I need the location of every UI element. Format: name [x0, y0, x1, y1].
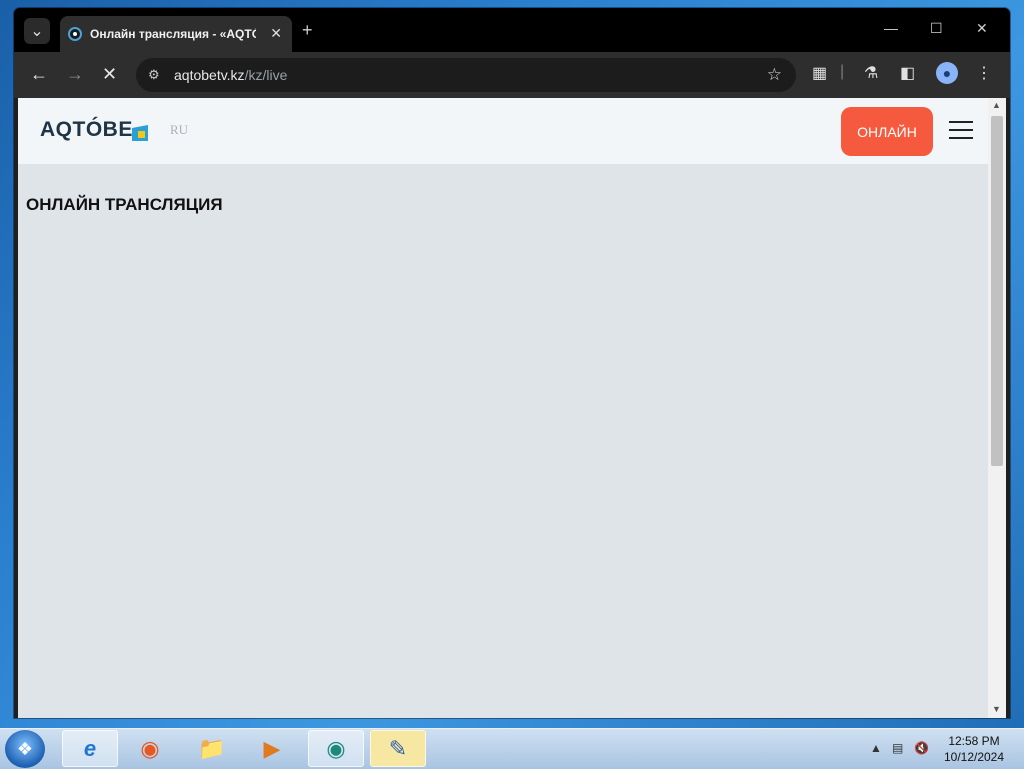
media-player-icon[interactable]: ▶ [244, 730, 300, 767]
tab-title: Онлайн трансляция - «AQTÓBE [90, 27, 256, 41]
labs-flask-icon[interactable]: ⚗ [864, 63, 878, 83]
start-button[interactable]: ❖ [5, 730, 45, 768]
close-window-icon[interactable]: ✕ [976, 20, 988, 37]
stop-loading-icon[interactable]: ✕ [102, 64, 117, 85]
side-panel-icon[interactable]: ◧ [900, 63, 915, 83]
more-menu-icon[interactable]: ⋮ [976, 63, 992, 83]
site-header: AQTÓBE RU ОНЛАЙН [18, 98, 988, 164]
forward-icon[interactable]: → [66, 64, 84, 85]
back-icon[interactable]: ← [30, 64, 48, 85]
toolbar-divider: | [840, 63, 845, 80]
maximize-icon[interactable]: ☐ [930, 20, 943, 37]
file-explorer-icon[interactable]: 📁 [184, 730, 240, 767]
address-bar[interactable]: ⚙ aqtobetv.kz/kz/live ☆ [136, 58, 796, 92]
internet-explorer-icon[interactable]: e [62, 730, 118, 767]
firefox-icon[interactable]: ◉ [122, 730, 178, 767]
scroll-down-icon[interactable]: ▼ [992, 704, 1001, 714]
tab-search-button[interactable]: ⌄ [24, 18, 50, 44]
chevron-down-icon: ⌄ [30, 23, 44, 40]
network-icon[interactable]: ▤ [892, 741, 903, 755]
windows-logo-icon: ❖ [16, 738, 34, 759]
scroll-up-icon[interactable]: ▲ [992, 100, 1001, 110]
paint-app-icon[interactable]: ✎ [370, 730, 426, 767]
site-info-icon[interactable]: ⚙ [148, 67, 160, 83]
browser-window: ⌄ Онлайн трансляция - «AQTÓBE ✕ + — ☐ ✕ … [14, 8, 1010, 718]
clock-date: 10/12/2024 [943, 750, 1005, 764]
chrome-like-app-icon[interactable]: ◉ [308, 730, 364, 767]
page-title: ОНЛАЙН ТРАНСЛЯЦИЯ [26, 195, 223, 214]
site-logo[interactable]: AQTÓBE [40, 118, 133, 142]
windows-taskbar: ❖ e ◉ 📁 ▶ ◉ ✎ ▲ ▤ 🔇 12:58 PM 10/12/2024 [0, 728, 1024, 769]
page-viewport: AQTÓBE RU ОНЛАЙН ОНЛАЙН ТРАНСЛЯЦИЯ ▲ ▼ [18, 98, 1006, 718]
show-hidden-icons-icon[interactable]: ▲ [870, 741, 882, 755]
bookmark-star-icon[interactable]: ☆ [767, 65, 782, 85]
new-tab-button[interactable]: + [302, 20, 313, 41]
volume-muted-icon[interactable]: 🔇 [914, 741, 929, 755]
logo-mark-icon [132, 125, 148, 141]
language-switch-ru[interactable]: RU [170, 122, 188, 138]
tab-strip: ⌄ Онлайн трансляция - «AQTÓBE ✕ + — ☐ ✕ [14, 8, 1010, 52]
site-favicon-icon [68, 27, 82, 41]
online-button[interactable]: ОНЛАЙН [841, 107, 933, 156]
browser-toolbar: ← → ✕ ⚙ aqtobetv.kz/kz/live ☆ ▦ | ⚗ ◧ ● … [14, 52, 1010, 98]
url-text[interactable]: aqtobetv.kz/kz/live [174, 67, 287, 83]
page-scrollbar[interactable]: ▲ ▼ [988, 98, 1006, 718]
system-clock[interactable]: 12:58 PM 10/12/2024 [940, 733, 1008, 765]
close-tab-icon[interactable]: ✕ [270, 25, 282, 42]
profile-avatar-icon[interactable]: ● [936, 62, 958, 84]
tab-active[interactable]: Онлайн трансляция - «AQTÓBE ✕ [60, 16, 292, 52]
clock-time: 12:58 PM [948, 734, 1000, 748]
hamburger-menu-icon[interactable] [949, 121, 973, 139]
minimize-icon[interactable]: — [884, 20, 898, 36]
extensions-icon[interactable]: ▦ [812, 63, 827, 83]
scrollbar-thumb[interactable] [991, 116, 1003, 466]
